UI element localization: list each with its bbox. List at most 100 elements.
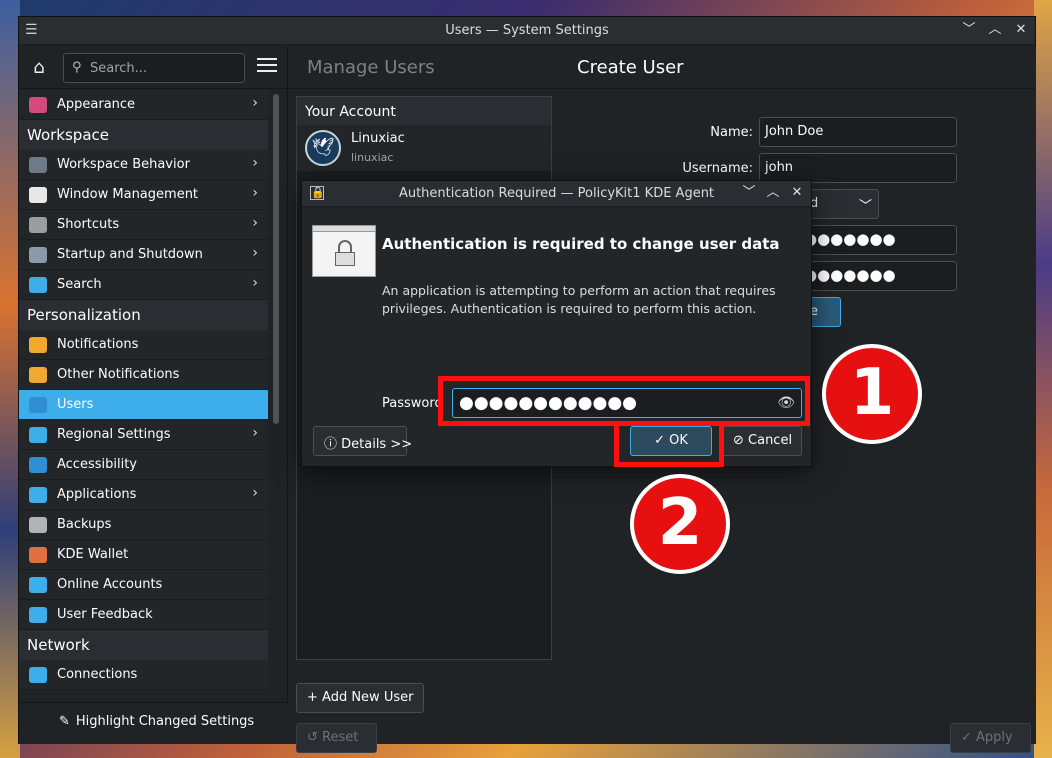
maximize-icon[interactable]: ︿ bbox=[987, 21, 1003, 39]
globe-icon bbox=[29, 577, 47, 593]
dialog-heading: Authentication is required to change use… bbox=[382, 235, 780, 253]
chevron-right-icon: › bbox=[252, 185, 258, 201]
account-username: linuxiac bbox=[351, 151, 394, 164]
reset-button[interactable]: ↺ Reset bbox=[296, 723, 377, 753]
sidebar-item-window-management[interactable]: Window Management › bbox=[19, 180, 268, 210]
sidebar-category: Personalization bbox=[19, 300, 268, 330]
highlight-changed-settings-button[interactable]: ✎ Highlight Changed Settings bbox=[59, 714, 254, 729]
ok-highlight-box bbox=[614, 421, 724, 467]
sidebar-item-users[interactable]: Users bbox=[19, 390, 268, 420]
sidebar-item-kde-wallet[interactable]: KDE Wallet bbox=[19, 540, 268, 570]
sidebar-item-user-feedback[interactable]: User Feedback bbox=[19, 600, 268, 630]
username-label: Username: bbox=[682, 161, 753, 176]
sidebar-item-backups[interactable]: Backups bbox=[19, 510, 268, 540]
sidebar-item-notifications[interactable]: Notifications bbox=[19, 330, 268, 360]
accessibility-icon bbox=[29, 457, 47, 473]
manage-users-heading[interactable]: Manage Users bbox=[307, 57, 435, 78]
sidebar-item-label: Backups bbox=[57, 517, 112, 532]
sidebar-item-startup-and-shutdown[interactable]: Startup and Shutdown › bbox=[19, 240, 268, 270]
backups-icon bbox=[29, 517, 47, 533]
sidebar-scrollbar[interactable] bbox=[273, 94, 279, 424]
bell-icon bbox=[29, 337, 47, 353]
apply-button[interactable]: ✓ Apply bbox=[950, 723, 1031, 753]
details-button[interactable]: ⓘ Details >> bbox=[313, 426, 412, 456]
sidebar-item-label: Online Accounts bbox=[57, 577, 163, 592]
minimize-icon[interactable]: ﹀ bbox=[741, 184, 757, 202]
sidebar-item-label: Users bbox=[57, 397, 94, 412]
sidebar-category-label: Network bbox=[27, 636, 90, 654]
sidebar-category: Network bbox=[19, 630, 268, 660]
sidebar-item-label: Shortcuts bbox=[57, 217, 120, 232]
window-title: Users — System Settings bbox=[445, 23, 609, 38]
account-item[interactable]: 🕊 Linuxiac linuxiac bbox=[297, 125, 551, 171]
cancel-button[interactable]: ⊘ Cancel bbox=[722, 426, 802, 456]
chevron-right-icon: › bbox=[252, 95, 258, 111]
feedback-icon bbox=[29, 607, 47, 623]
sidebar-item-label: Search bbox=[57, 277, 102, 292]
chevron-right-icon: › bbox=[252, 485, 258, 501]
sidebar-item-workspace-behavior[interactable]: Workspace Behavior › bbox=[19, 150, 268, 180]
sidebar-item-search[interactable]: Search › bbox=[19, 270, 268, 300]
sidebar-category: Workspace bbox=[19, 120, 268, 150]
sidebar-item-label: Connections bbox=[57, 667, 138, 682]
maximize-icon[interactable]: ︿ bbox=[765, 184, 781, 202]
appearance-icon bbox=[29, 97, 47, 113]
create-user-heading: Create User bbox=[577, 57, 684, 78]
sidebar-item-label: User Feedback bbox=[57, 607, 153, 622]
chevron-right-icon: › bbox=[252, 425, 258, 441]
username-field[interactable]: john bbox=[759, 153, 957, 183]
minimize-icon[interactable]: ﹀ bbox=[961, 21, 977, 39]
add-new-user-button[interactable]: + Add New User bbox=[296, 683, 425, 713]
wallpaper bbox=[0, 0, 20, 758]
name-field[interactable]: John Doe bbox=[759, 117, 957, 147]
your-account-caption: Your Account bbox=[297, 97, 551, 125]
close-icon[interactable]: ✕ bbox=[1013, 21, 1029, 39]
step-badge-2: 2 bbox=[630, 474, 730, 574]
sidebar-item-appearance[interactable]: Appearance › bbox=[19, 90, 268, 120]
sidebar-item-label: Other Notifications bbox=[57, 367, 180, 382]
startup-icon bbox=[29, 247, 47, 263]
name-label: Name: bbox=[710, 125, 753, 140]
password-highlight-box bbox=[438, 376, 810, 426]
sidebar-item-applications[interactable]: Applications › bbox=[19, 480, 268, 510]
sidebar-item-other-notifications[interactable]: Other Notifications bbox=[19, 360, 268, 390]
regional-settings-icon bbox=[29, 427, 47, 443]
dialog-description: An application is attempting to perform … bbox=[382, 283, 776, 316]
sidebar-item-label: Accessibility bbox=[57, 457, 137, 472]
keyboard-icon bbox=[29, 217, 47, 233]
sidebar-item-regional-settings[interactable]: Regional Settings › bbox=[19, 420, 268, 450]
wallet-icon bbox=[29, 547, 47, 563]
bell-icon bbox=[29, 367, 47, 383]
users-icon bbox=[29, 397, 47, 413]
wallpaper bbox=[1034, 0, 1052, 758]
sidebar-category-label: Workspace bbox=[27, 126, 109, 144]
sidebar-category-label: Personalization bbox=[27, 306, 141, 324]
sidebar-item-label: KDE Wallet bbox=[57, 547, 129, 562]
sidebar-item-label: Notifications bbox=[57, 337, 139, 352]
sidebar-item-label: Appearance bbox=[57, 97, 136, 112]
close-icon[interactable]: ✕ bbox=[789, 184, 805, 202]
padlock-icon bbox=[312, 225, 376, 277]
search-input[interactable]: ⚲ Search... bbox=[63, 53, 245, 83]
applications-icon bbox=[29, 487, 47, 503]
search-icon bbox=[29, 277, 47, 293]
pen-icon: ✎ bbox=[59, 714, 70, 729]
globe-icon bbox=[29, 667, 47, 683]
chevron-right-icon: › bbox=[252, 215, 258, 231]
sidebar-list: Appearance › Workspace Workspace Behavior › W… bbox=[19, 90, 268, 690]
sidebar-item-accessibility[interactable]: Accessibility bbox=[19, 450, 268, 480]
home-icon[interactable]: ⌂ bbox=[27, 56, 51, 80]
sidebar-item-online-accounts[interactable]: Online Accounts bbox=[19, 570, 268, 600]
window-management-icon bbox=[29, 187, 47, 203]
window-titlebar: ☰ Users — System Settings ﹀ ︿ ✕ bbox=[19, 17, 1035, 45]
search-placeholder: Search... bbox=[90, 61, 148, 76]
sidebar-item-label: Regional Settings bbox=[57, 427, 171, 442]
sidebar-item-shortcuts[interactable]: Shortcuts › bbox=[19, 210, 268, 240]
chevron-right-icon: › bbox=[252, 245, 258, 261]
password-label: Password bbox=[382, 396, 443, 411]
hamburger-menu-icon[interactable] bbox=[257, 58, 277, 76]
step-badge-1: 1 bbox=[822, 344, 922, 444]
chevron-right-icon: › bbox=[252, 155, 258, 171]
sidebar-item-connections[interactable]: Connections bbox=[19, 660, 268, 690]
dialog-title: Authentication Required — PolicyKit1 KDE… bbox=[398, 186, 715, 201]
